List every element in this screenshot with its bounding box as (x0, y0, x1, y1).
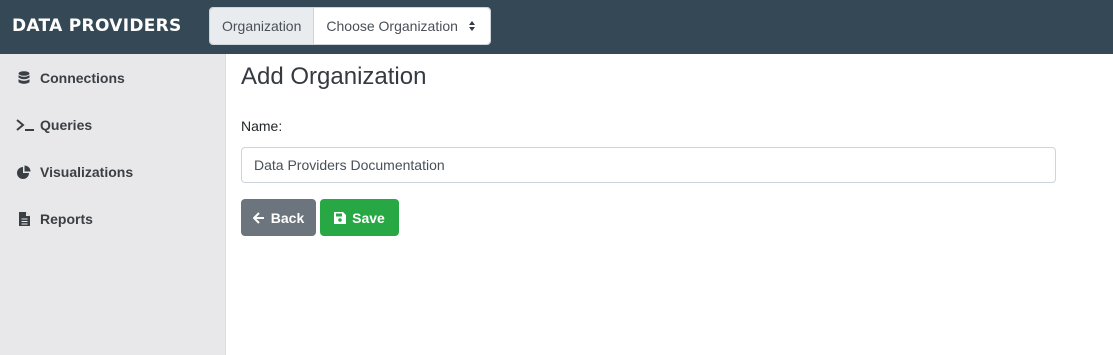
back-button-label: Back (270, 209, 305, 226)
floppy-disk-icon (334, 211, 347, 224)
arrow-left-icon (252, 211, 264, 224)
pie-chart-icon (16, 164, 32, 180)
sidebar-item-label: Visualizations (40, 164, 134, 180)
database-icon (16, 70, 32, 86)
sidebar-item-label: Queries (40, 117, 93, 133)
organization-label: Organization (210, 8, 315, 44)
sidebar: Connections Queries Visualizations Repor… (0, 54, 226, 355)
back-button[interactable]: Back (241, 199, 316, 236)
save-button-label: Save (352, 209, 385, 226)
sidebar-item-label: Connections (40, 70, 125, 86)
sidebar-item-visualizations[interactable]: Visualizations (0, 152, 226, 192)
organization-select[interactable]: Choose Organization (314, 8, 491, 44)
sidebar-item-queries[interactable]: Queries (0, 105, 226, 145)
save-button[interactable]: Save (320, 199, 399, 236)
file-icon (16, 211, 32, 227)
organization-select-value: Choose Organization (326, 18, 458, 34)
sidebar-item-reports[interactable]: Reports (0, 199, 226, 239)
select-caret-icon (468, 21, 475, 31)
terminal-icon (16, 117, 36, 133)
name-label: Name: (241, 118, 283, 134)
page-title: Add Organization (241, 63, 427, 90)
sidebar-item-label: Reports (40, 211, 93, 227)
organization-selector[interactable]: Organization Choose Organization (209, 7, 492, 45)
top-navbar: DATA PROVIDERS Organization Choose Organ… (0, 0, 1113, 54)
brand-title[interactable]: DATA PROVIDERS (12, 14, 182, 38)
name-input[interactable] (241, 147, 1056, 183)
sidebar-item-connections[interactable]: Connections (0, 58, 226, 98)
